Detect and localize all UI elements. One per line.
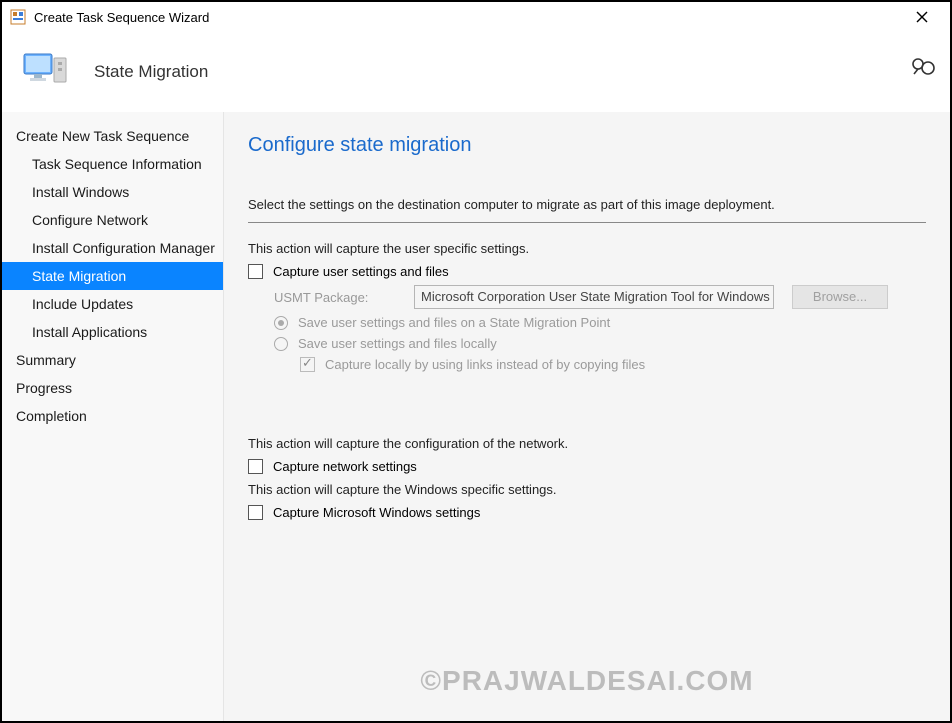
page-title: State Migration (94, 62, 208, 82)
radio-save-on-smp-label: Save user settings and files on a State … (298, 315, 610, 330)
main-panel: Configure state migration Select the set… (224, 112, 950, 721)
browse-button: Browse... (792, 285, 888, 309)
usmt-package-label: USMT Package: (274, 290, 414, 305)
sidebar-item-label: Install Windows (32, 184, 129, 200)
radio-save-locally-label: Save user settings and files locally (298, 336, 497, 351)
titlebar: Create Task Sequence Wizard (2, 2, 950, 32)
capture-windows-checkbox[interactable] (248, 505, 263, 520)
radio-save-on-smp (274, 316, 288, 330)
sidebar-item-create-new-task-sequence[interactable]: Create New Task Sequence (2, 122, 223, 150)
sidebar-item-label: Create New Task Sequence (16, 128, 189, 144)
watermark: ©PRAJWALDESAI.COM (420, 665, 753, 697)
sidebar-item-label: Progress (16, 380, 72, 396)
intro-text: Select the settings on the destination c… (248, 197, 926, 212)
section-capture-windows-text: This action will capture the Windows spe… (248, 482, 926, 497)
usmt-package-field: Microsoft Corporation User State Migrati… (414, 285, 774, 309)
capture-windows-row: Capture Microsoft Windows settings (248, 505, 926, 520)
capture-network-label: Capture network settings (273, 459, 417, 474)
computer-icon (22, 48, 70, 96)
sidebar-item-install-windows[interactable]: Install Windows (2, 178, 223, 206)
capture-user-checkbox[interactable] (248, 264, 263, 279)
sidebar-item-label: Task Sequence Information (32, 156, 202, 172)
app-icon (10, 9, 26, 25)
window-title: Create Task Sequence Wizard (34, 10, 902, 25)
body: Create New Task Sequence Task Sequence I… (2, 112, 950, 721)
radio-save-locally (274, 337, 288, 351)
capture-locally-links-checkbox (300, 357, 315, 372)
sidebar-item-include-updates[interactable]: Include Updates (2, 290, 223, 318)
sidebar-item-label: Configure Network (32, 212, 148, 228)
sidebar-item-label: State Migration (32, 268, 126, 284)
sidebar-item-task-sequence-information[interactable]: Task Sequence Information (2, 150, 223, 178)
section-capture-user-text: This action will capture the user specif… (248, 241, 926, 256)
help-icon[interactable] (910, 54, 938, 82)
sidebar-item-label: Completion (16, 408, 87, 424)
sidebar-item-label: Include Updates (32, 296, 133, 312)
capture-locally-links-label: Capture locally by using links instead o… (325, 357, 645, 372)
capture-network-row: Capture network settings (248, 459, 926, 474)
wizard-sidebar: Create New Task Sequence Task Sequence I… (2, 112, 224, 721)
sidebar-item-label: Install Applications (32, 324, 147, 340)
sidebar-item-configure-network[interactable]: Configure Network (2, 206, 223, 234)
sidebar-item-label: Install Configuration Manager (32, 240, 215, 256)
capture-network-checkbox[interactable] (248, 459, 263, 474)
usmt-row: USMT Package: Microsoft Corporation User… (274, 285, 926, 309)
radio-smp-row: Save user settings and files on a State … (274, 315, 926, 330)
divider (248, 222, 926, 223)
capture-user-label: Capture user settings and files (273, 264, 449, 279)
section-capture-network-text: This action will capture the configurati… (248, 436, 926, 451)
sidebar-item-completion[interactable]: Completion (2, 402, 223, 430)
wizard-window: Create Task Sequence Wizard State Migrat… (0, 0, 952, 723)
capture-windows-label: Capture Microsoft Windows settings (273, 505, 480, 520)
sidebar-item-state-migration[interactable]: State Migration (2, 262, 223, 290)
sidebar-item-progress[interactable]: Progress (2, 374, 223, 402)
close-button[interactable] (902, 3, 942, 31)
capture-locally-links-row: Capture locally by using links instead o… (300, 357, 926, 372)
capture-user-row: Capture user settings and files (248, 264, 926, 279)
radio-local-row: Save user settings and files locally (274, 336, 926, 351)
main-heading: Configure state migration (248, 134, 926, 157)
sidebar-item-summary[interactable]: Summary (2, 346, 223, 374)
sidebar-item-install-configuration-manager[interactable]: Install Configuration Manager (2, 234, 223, 262)
header: State Migration (2, 32, 950, 112)
sidebar-item-label: Summary (16, 352, 76, 368)
sidebar-item-install-applications[interactable]: Install Applications (2, 318, 223, 346)
